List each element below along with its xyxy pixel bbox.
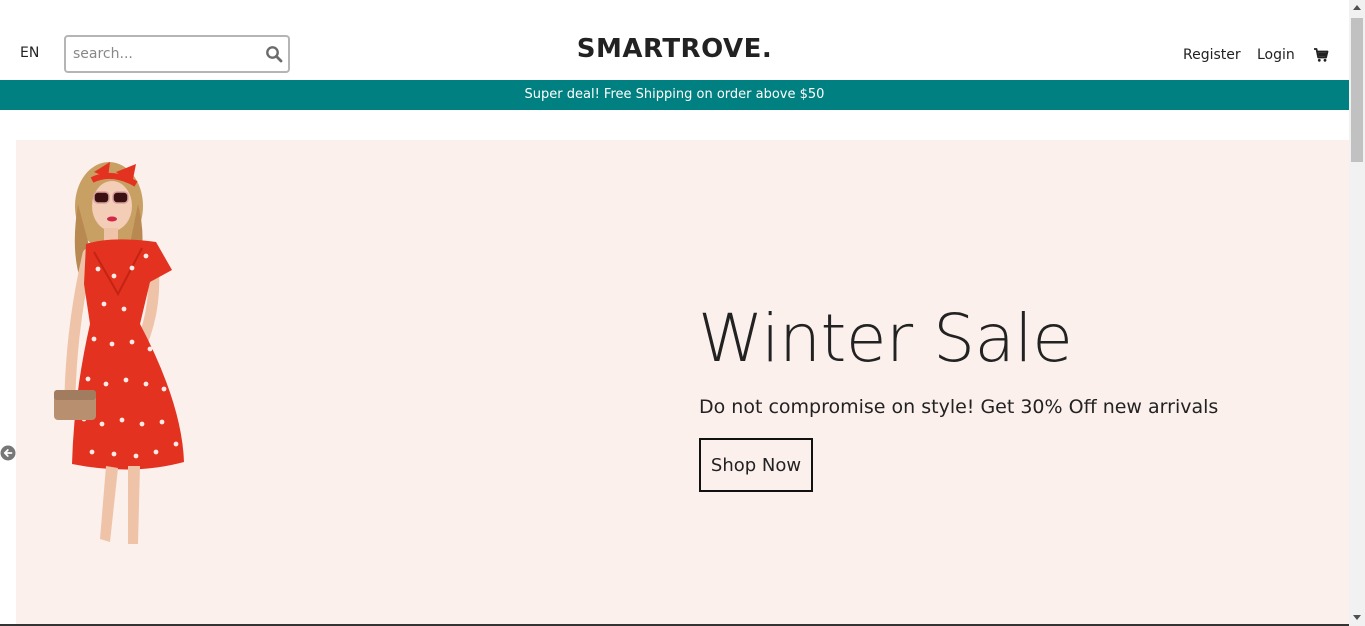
arrow-left-icon[interactable] xyxy=(0,445,16,461)
shop-now-button[interactable]: Shop Now xyxy=(699,438,813,492)
header: EN SMARTROVE. Register Login xyxy=(0,0,1349,80)
register-link[interactable]: Register xyxy=(1183,47,1241,63)
vertical-scrollbar[interactable] xyxy=(1349,0,1365,626)
scroll-down-icon[interactable] xyxy=(1353,615,1361,620)
scroll-thumb[interactable] xyxy=(1351,18,1363,162)
scroll-up-icon[interactable] xyxy=(1353,5,1361,10)
brand-logo[interactable]: SMARTROVE. xyxy=(0,34,1349,64)
hero-title: Winter Sale xyxy=(698,300,1073,377)
cart-icon[interactable] xyxy=(1313,47,1329,63)
hero-banner: Winter Sale Do not compromise on style! … xyxy=(16,140,1349,626)
page: EN SMARTROVE. Register Login Super deal!… xyxy=(0,0,1365,626)
hero-subtitle: Do not compromise on style! Get 30% Off … xyxy=(699,396,1219,418)
login-link[interactable]: Login xyxy=(1257,47,1295,63)
promo-bar: Super deal! Free Shipping on order above… xyxy=(0,80,1349,110)
hero-model-image xyxy=(54,162,184,544)
